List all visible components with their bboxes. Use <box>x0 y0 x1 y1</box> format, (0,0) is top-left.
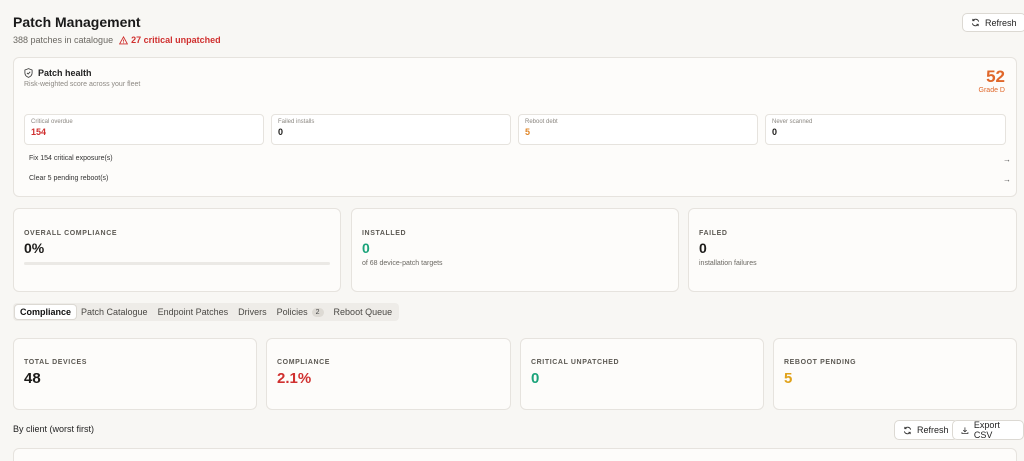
stat-label: FAILED <box>699 230 728 237</box>
client-refresh-button[interactable]: Refresh <box>894 420 958 440</box>
by-client-heading: By client (worst first) <box>13 424 95 434</box>
catalogue-count: 388 patches in catalogue <box>13 35 114 45</box>
action-label: Clear 5 pending reboot(s) <box>29 175 109 182</box>
action-label: Fix 154 critical exposure(s) <box>29 155 113 162</box>
installed-card: INSTALLED 0 of 68 device-patch targets <box>351 208 679 292</box>
stat-note: installation failures <box>699 260 757 267</box>
health-grade: Grade D <box>978 87 1005 94</box>
critical-unpatched-card: CRITICAL UNPATCHED 0 <box>520 338 764 410</box>
refresh-icon <box>971 18 980 27</box>
patch-health-title: Patch health <box>38 68 92 78</box>
summary-label: REBOOT PENDING <box>784 359 857 366</box>
compliance-progress-bar <box>24 262 330 265</box>
download-icon <box>961 426 969 434</box>
refresh-icon <box>903 426 912 434</box>
tab-reboot-queue[interactable]: Reboot Queue <box>329 305 398 319</box>
client-table-card <box>13 448 1017 461</box>
patch-health-card: Patch health Risk-weighted score across … <box>13 57 1017 197</box>
summary-value: 0 <box>531 370 540 387</box>
shield-icon <box>24 68 33 78</box>
refresh-button-label: Refresh <box>917 425 949 435</box>
tile-value: 0 <box>772 127 778 137</box>
patch-health-header: Patch health Risk-weighted score across … <box>24 68 140 88</box>
summary-label: COMPLIANCE <box>277 359 331 366</box>
summary-value: 2.1% <box>277 370 312 387</box>
critical-unpatched-alert: 27 critical unpatched <box>119 35 221 45</box>
patch-health-title-row: Patch health <box>24 68 140 78</box>
summary-label: TOTAL DEVICES <box>24 359 88 366</box>
stat-value: 0% <box>24 240 45 256</box>
tab-endpoint-patches[interactable]: Endpoint Patches <box>153 305 234 319</box>
tab-drivers[interactable]: Drivers <box>233 305 272 319</box>
tab-patch-catalogue[interactable]: Patch Catalogue <box>76 305 153 319</box>
export-csv-button[interactable]: Export CSV <box>952 420 1024 440</box>
stat-value: 0 <box>362 240 370 256</box>
failed-card: FAILED 0 installation failures <box>688 208 1017 292</box>
summary-label: CRITICAL UNPATCHED <box>531 359 620 366</box>
tile-label: Critical overdue <box>31 119 73 125</box>
tile-label: Reboot debt <box>525 119 558 125</box>
stat-value: 0 <box>699 240 707 256</box>
stat-label: INSTALLED <box>362 230 407 237</box>
clear-reboots-action[interactable]: Clear 5 pending reboot(s) → <box>29 175 1011 184</box>
summary-value: 5 <box>784 370 793 387</box>
tab-bar: Compliance Patch Catalogue Endpoint Patc… <box>13 303 400 321</box>
warning-icon <box>119 35 129 44</box>
overall-compliance-card: OVERALL COMPLIANCE 0% <box>13 208 341 292</box>
patch-health-subtitle: Risk-weighted score across your fleet <box>24 81 141 88</box>
never-scanned-tile: Never scanned 0 <box>765 114 1006 145</box>
refresh-button-label: Refresh <box>985 17 1017 28</box>
reboot-debt-tile: Reboot debt 5 <box>518 114 758 145</box>
tile-value: 154 <box>31 127 47 137</box>
tile-label: Never scanned <box>772 119 813 125</box>
page-title: Patch Management <box>13 14 141 30</box>
health-score: 52 <box>986 67 1005 86</box>
summary-value: 48 <box>24 370 41 387</box>
refresh-button[interactable]: Refresh <box>962 13 1024 32</box>
compliance-card: COMPLIANCE 2.1% <box>266 338 511 410</box>
stat-note: of 68 device-patch targets <box>362 260 443 267</box>
tile-value: 0 <box>278 127 284 137</box>
tab-policies[interactable]: Policies 2 <box>272 305 329 319</box>
reboot-pending-card: REBOOT PENDING 5 <box>773 338 1017 410</box>
tab-compliance[interactable]: Compliance <box>15 305 77 319</box>
policies-count-badge: 2 <box>311 307 324 317</box>
tab-label: Policies <box>276 307 308 317</box>
fix-critical-action[interactable]: Fix 154 critical exposure(s) → <box>29 155 1011 164</box>
total-devices-card: TOTAL DEVICES 48 <box>13 338 257 410</box>
stat-label: OVERALL COMPLIANCE <box>24 230 118 237</box>
critical-overdue-tile: Critical overdue 154 <box>24 114 264 145</box>
tile-value: 5 <box>525 127 531 137</box>
critical-unpatched-text: 27 critical unpatched <box>131 35 221 45</box>
arrow-right-icon: → <box>1003 175 1011 184</box>
page-subtitle: 388 patches in catalogue 27 critical unp… <box>13 35 221 45</box>
health-score-block: 52 Grade D <box>979 67 1005 94</box>
failed-installs-tile: Failed installs 0 <box>271 114 511 145</box>
tile-label: Failed installs <box>278 119 315 125</box>
arrow-right-icon: → <box>1003 155 1011 164</box>
export-button-label: Export CSV <box>973 420 1000 440</box>
